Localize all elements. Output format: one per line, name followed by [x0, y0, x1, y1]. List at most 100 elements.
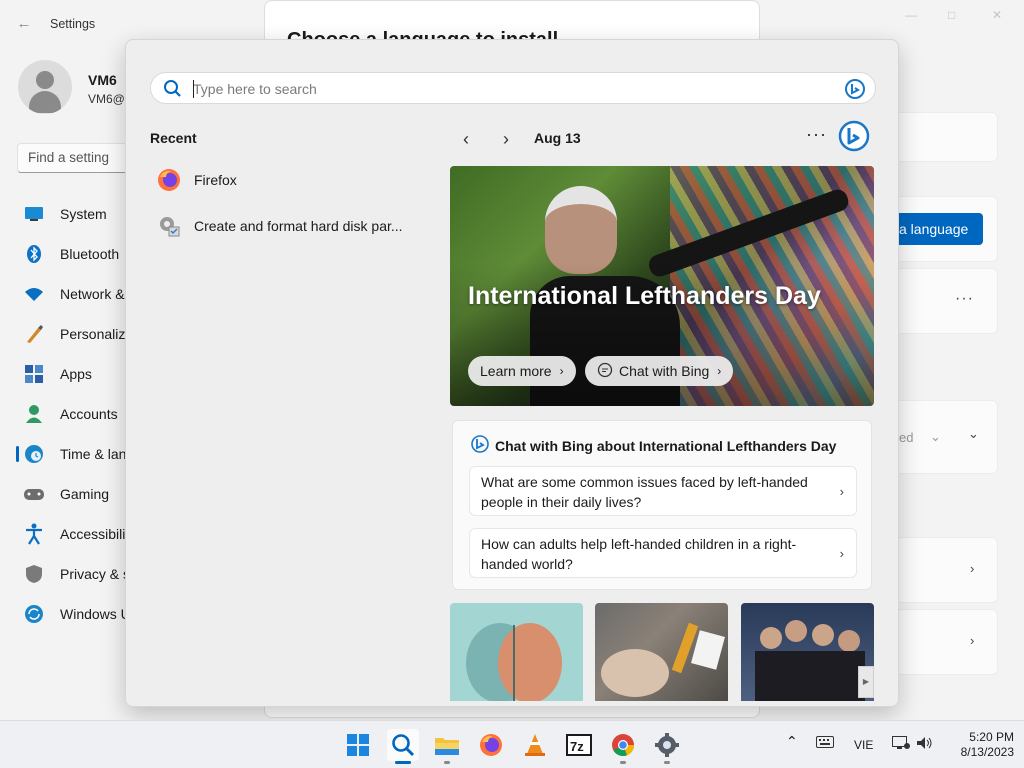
wifi-icon	[22, 282, 46, 306]
bing-chat-card: Chat with Bing about International Lefth…	[452, 420, 872, 590]
bluetooth-icon	[22, 242, 46, 266]
back-arrow-icon[interactable]: ←	[14, 14, 34, 34]
thumbnail-band-photo[interactable]	[741, 603, 874, 701]
search-icon	[163, 79, 183, 102]
text-caret	[193, 80, 194, 98]
keyboard-icon[interactable]	[816, 736, 834, 751]
sidebar-item-privacy[interactable]: Privacy & s	[22, 556, 142, 592]
search-flyout: Recent Firefox Create and format hard di…	[125, 39, 899, 707]
settings-gear-icon	[156, 213, 182, 239]
search-box[interactable]	[150, 72, 876, 104]
chrome-icon[interactable]	[607, 729, 639, 761]
chat-card-title: Chat with Bing about International Lefth…	[471, 435, 836, 456]
highlight-date: Aug 13	[534, 130, 581, 146]
suggested-question[interactable]: What are some common issues faced by lef…	[469, 466, 857, 516]
sidebar-item-apps[interactable]: Apps	[22, 356, 142, 392]
more-options-icon[interactable]: ···	[955, 290, 974, 308]
settings-title: Settings	[50, 17, 96, 31]
volume-icon[interactable]	[916, 736, 934, 753]
next-arrow-icon[interactable]: ›	[494, 128, 518, 152]
7zip-icon[interactable]: 7z	[563, 729, 595, 761]
settings-card[interactable]	[898, 609, 998, 675]
thumbnail-hand-pencil[interactable]	[595, 603, 728, 701]
vlc-icon[interactable]	[519, 729, 551, 761]
sidebar-item-personalization[interactable]: Personaliza	[22, 316, 142, 352]
settings-card[interactable]	[898, 537, 998, 603]
chevron-right-icon: ›	[559, 364, 564, 378]
more-options-icon[interactable]: ···	[806, 124, 827, 145]
sidebar-item-label: Time & lan	[60, 446, 127, 462]
sidebar-item-label: Bluetooth	[60, 246, 120, 262]
hero-title: International Lefthanders Day	[468, 282, 821, 310]
sidebar-item-label: Gaming	[60, 486, 110, 502]
firefox-icon[interactable]	[475, 729, 507, 761]
chevron-down-icon[interactable]: ⌄	[930, 429, 941, 445]
search-highlight-hero[interactable]: International Lefthanders Day Learn more…	[450, 166, 874, 406]
apps-icon	[22, 362, 46, 386]
sidebar-item-label: Windows U	[60, 606, 131, 622]
search-input[interactable]	[193, 78, 793, 100]
profile-name: VM6	[88, 72, 117, 88]
search-icon[interactable]	[387, 729, 419, 761]
dropdown-value: ed	[899, 430, 914, 445]
bing-icon	[471, 435, 489, 456]
chevron-right-icon: ›	[839, 546, 844, 561]
sidebar-item-network[interactable]: Network &	[22, 276, 142, 312]
nav-active-indicator	[16, 446, 19, 462]
chevron-down-icon[interactable]: ⌄	[968, 426, 979, 442]
sidebar-item-label: Apps	[60, 366, 92, 382]
suggested-question[interactable]: How can adults help left-handed children…	[469, 528, 857, 578]
taskbar: 7z ⌃ VIE 5:20 PM 8/13/2023	[0, 720, 1024, 768]
sidebar-item-accessibility[interactable]: Accessibili	[22, 516, 142, 552]
recent-item-firefox[interactable]: Firefox	[156, 164, 416, 196]
chevron-right-icon: ›	[839, 484, 844, 499]
input-language-indicator[interactable]: VIE	[854, 738, 873, 752]
chevron-right-icon: ›	[970, 561, 975, 576]
bing-icon[interactable]	[845, 79, 865, 102]
profile-email: VM6@	[88, 92, 125, 106]
settings-card	[898, 112, 998, 162]
sidebar-item-label: Privacy & s	[60, 566, 131, 582]
chat-bubble-icon	[597, 362, 613, 381]
recent-item-disk-management[interactable]: Create and format hard disk par...	[156, 210, 436, 242]
sidebar-item-label: Personaliza	[60, 326, 134, 342]
sidebar-item-windows-update[interactable]: Windows U	[22, 596, 142, 632]
start-icon[interactable]	[342, 729, 374, 761]
sidebar-item-accounts[interactable]: Accounts	[22, 396, 142, 432]
firefox-icon	[156, 167, 182, 193]
chevron-right-icon: ›	[717, 364, 722, 378]
update-icon	[22, 602, 46, 626]
learn-more-button[interactable]: Learn more ›	[468, 356, 576, 386]
chat-with-bing-button[interactable]: Chat with Bing ›	[585, 356, 734, 386]
thumbnail-brain[interactable]	[450, 603, 583, 701]
sidebar-item-label: System	[60, 206, 107, 222]
settings-icon[interactable]	[651, 729, 683, 761]
file-explorer-icon[interactable]	[431, 729, 463, 761]
person-icon	[22, 402, 46, 426]
chevron-right-icon: ›	[970, 633, 975, 648]
previous-arrow-icon[interactable]: ‹	[454, 128, 478, 152]
clock-time: 5:20 PM	[969, 730, 1014, 744]
network-icon[interactable]	[892, 736, 910, 753]
accessibility-icon	[22, 522, 46, 546]
sidebar-item-system[interactable]: System	[22, 196, 142, 232]
svg-text:7z: 7z	[570, 739, 584, 754]
close-icon[interactable]: ✕	[992, 8, 1002, 22]
sidebar-item-label: Accessibili	[60, 526, 126, 542]
avatar	[18, 60, 72, 114]
sidebar-item-bluetooth[interactable]: Bluetooth	[22, 236, 142, 272]
monitor-icon	[22, 202, 46, 226]
minimize-icon[interactable]: —	[905, 8, 917, 22]
sidebar-item-time-language[interactable]: Time & lan	[22, 436, 142, 472]
scroll-right-button[interactable]: ▶	[858, 666, 874, 698]
clock-date: 8/13/2023	[960, 745, 1014, 759]
chevron-up-icon[interactable]: ⌃	[786, 733, 798, 750]
shield-icon	[22, 562, 46, 586]
sidebar-item-label: Accounts	[60, 406, 118, 422]
sidebar-item-gaming[interactable]: Gaming	[22, 476, 142, 512]
maximize-icon[interactable]: □	[948, 8, 955, 22]
settings-card	[898, 268, 998, 334]
bing-chat-icon[interactable]	[838, 120, 870, 155]
system-clock[interactable]: 5:20 PM 8/13/2023	[944, 730, 1014, 760]
add-language-button[interactable]: a language	[899, 213, 983, 245]
